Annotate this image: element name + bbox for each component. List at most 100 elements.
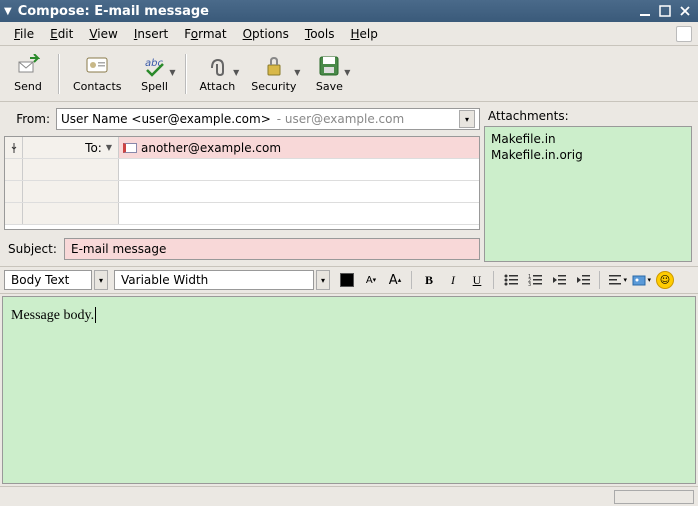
color-swatch-icon <box>340 273 354 287</box>
window-menu-icon[interactable]: ▼ <box>4 6 12 17</box>
row-icon <box>5 137 23 158</box>
attachment-item[interactable]: Makefile.in <box>489 131 687 147</box>
text-color-button[interactable] <box>336 269 358 291</box>
dropdown-icon[interactable]: ▾ <box>316 270 330 290</box>
send-icon <box>16 54 40 78</box>
paperclip-icon <box>205 54 229 78</box>
send-label: Send <box>14 80 42 93</box>
subject-row: Subject: <box>4 236 480 262</box>
dropdown-icon: ▾ <box>647 276 651 284</box>
save-icon <box>317 54 341 78</box>
recipient-field[interactable] <box>119 159 479 180</box>
subject-label: Subject: <box>4 242 64 256</box>
recipient-type-selector[interactable] <box>23 159 119 180</box>
toolbar: Send Contacts abc Spell ▼ Attach ▼ Secur… <box>0 46 698 102</box>
subject-input[interactable] <box>64 238 480 260</box>
numbered-list-button[interactable]: 123 <box>524 269 546 291</box>
spell-icon: abc <box>143 54 167 78</box>
spell-button[interactable]: abc Spell ▼ <box>131 49 179 99</box>
attachments-label: Attachments: <box>484 106 692 126</box>
attachments-list[interactable]: Makefile.in Makefile.in.orig <box>484 126 692 262</box>
dropdown-icon[interactable]: ▾ <box>94 270 108 290</box>
dropdown-icon[interactable]: ▼ <box>344 68 350 77</box>
toolbar-separator <box>58 54 60 94</box>
attach-label: Attach <box>200 80 236 93</box>
text-cursor <box>95 307 96 323</box>
attachments-pane: Attachments: Makefile.in Makefile.in.ori… <box>484 102 698 266</box>
smiley-icon: ☺ <box>656 271 674 289</box>
recipient-row[interactable] <box>5 181 479 203</box>
minimize-button[interactable] <box>636 3 654 19</box>
contacts-icon <box>85 54 109 78</box>
throbber-icon <box>676 26 692 42</box>
spell-label: Spell <box>141 80 168 93</box>
recipient-grid: To: ▼ another@example.com <box>4 136 480 230</box>
titlebar[interactable]: ▼ Compose: E-mail message <box>0 0 698 22</box>
recipient-row[interactable] <box>5 159 479 181</box>
close-button[interactable] <box>676 3 694 19</box>
window-title: Compose: E-mail message <box>18 4 209 19</box>
save-label: Save <box>316 80 343 93</box>
menu-view[interactable]: View <box>81 25 125 43</box>
header-area: From: User Name <user@example.com> - use… <box>0 102 698 266</box>
from-selector[interactable]: User Name <user@example.com> - user@exam… <box>56 108 480 130</box>
save-button[interactable]: Save ▼ <box>305 49 353 99</box>
dropdown-icon[interactable]: ▾ <box>459 110 475 128</box>
from-identity: - user@example.com <box>277 112 404 126</box>
addressing-pane: From: User Name <user@example.com> - use… <box>0 102 484 266</box>
paragraph-style-selector[interactable]: Body Text <box>4 270 92 290</box>
italic-button[interactable]: I <box>442 269 464 291</box>
outdent-button[interactable] <box>548 269 570 291</box>
dropdown-icon: ▼ <box>106 143 112 152</box>
from-value: User Name <user@example.com> <box>61 112 271 126</box>
contacts-label: Contacts <box>73 80 122 93</box>
menu-help[interactable]: Help <box>342 25 385 43</box>
maximize-button[interactable] <box>656 3 674 19</box>
menu-file[interactable]: File <box>6 25 42 43</box>
recipient-field[interactable] <box>119 181 479 202</box>
menu-format[interactable]: Format <box>176 25 234 43</box>
body-text: Message body. <box>11 308 94 323</box>
status-box <box>614 490 694 504</box>
dropdown-icon[interactable]: ▼ <box>233 68 239 77</box>
security-label: Security <box>251 80 296 93</box>
font-size-down-button[interactable]: A▾ <box>360 269 382 291</box>
toolbar-separator <box>185 54 187 94</box>
indent-button[interactable] <box>572 269 594 291</box>
recipient-type-selector[interactable] <box>23 203 119 224</box>
underline-button[interactable]: U <box>466 269 488 291</box>
statusbar <box>0 486 698 506</box>
from-row: From: User Name <user@example.com> - use… <box>4 106 480 132</box>
contact-card-icon <box>123 143 137 153</box>
dropdown-icon[interactable]: ▼ <box>169 68 175 77</box>
recipient-field[interactable] <box>119 203 479 224</box>
recipient-type-selector[interactable] <box>23 181 119 202</box>
dropdown-icon[interactable]: ▼ <box>294 68 300 77</box>
svg-text:3: 3 <box>528 282 531 288</box>
font-selector[interactable]: Variable Width <box>114 270 314 290</box>
recipient-row[interactable] <box>5 203 479 225</box>
send-button[interactable]: Send <box>4 49 52 99</box>
menu-insert[interactable]: Insert <box>126 25 176 43</box>
align-button[interactable]: ▾ <box>606 269 628 291</box>
dropdown-icon: ▾ <box>623 276 627 284</box>
bold-button[interactable]: B <box>418 269 440 291</box>
security-button[interactable]: Security ▼ <box>244 49 303 99</box>
recipient-row[interactable]: To: ▼ another@example.com <box>5 137 479 159</box>
insert-smiley-button[interactable]: ☺ <box>654 269 676 291</box>
recipient-type-selector[interactable]: To: ▼ <box>23 137 119 158</box>
compose-window: ▼ Compose: E-mail message File Edit View… <box>0 0 698 506</box>
bullet-list-button[interactable] <box>500 269 522 291</box>
menu-edit[interactable]: Edit <box>42 25 81 43</box>
menu-options[interactable]: Options <box>235 25 297 43</box>
contacts-button[interactable]: Contacts <box>66 49 129 99</box>
attachment-item[interactable]: Makefile.in.orig <box>489 147 687 163</box>
font-size-up-button[interactable]: A▴ <box>384 269 406 291</box>
insert-object-button[interactable]: ▾ <box>630 269 652 291</box>
attach-button[interactable]: Attach ▼ <box>193 49 243 99</box>
menu-tools[interactable]: Tools <box>297 25 343 43</box>
recipient-field[interactable]: another@example.com <box>119 137 479 158</box>
from-label: From: <box>4 112 56 126</box>
format-toolbar: Body Text ▾ Variable Width ▾ A▾ A▴ B I U… <box>0 266 698 294</box>
message-body-editor[interactable]: Message body. <box>2 296 696 484</box>
